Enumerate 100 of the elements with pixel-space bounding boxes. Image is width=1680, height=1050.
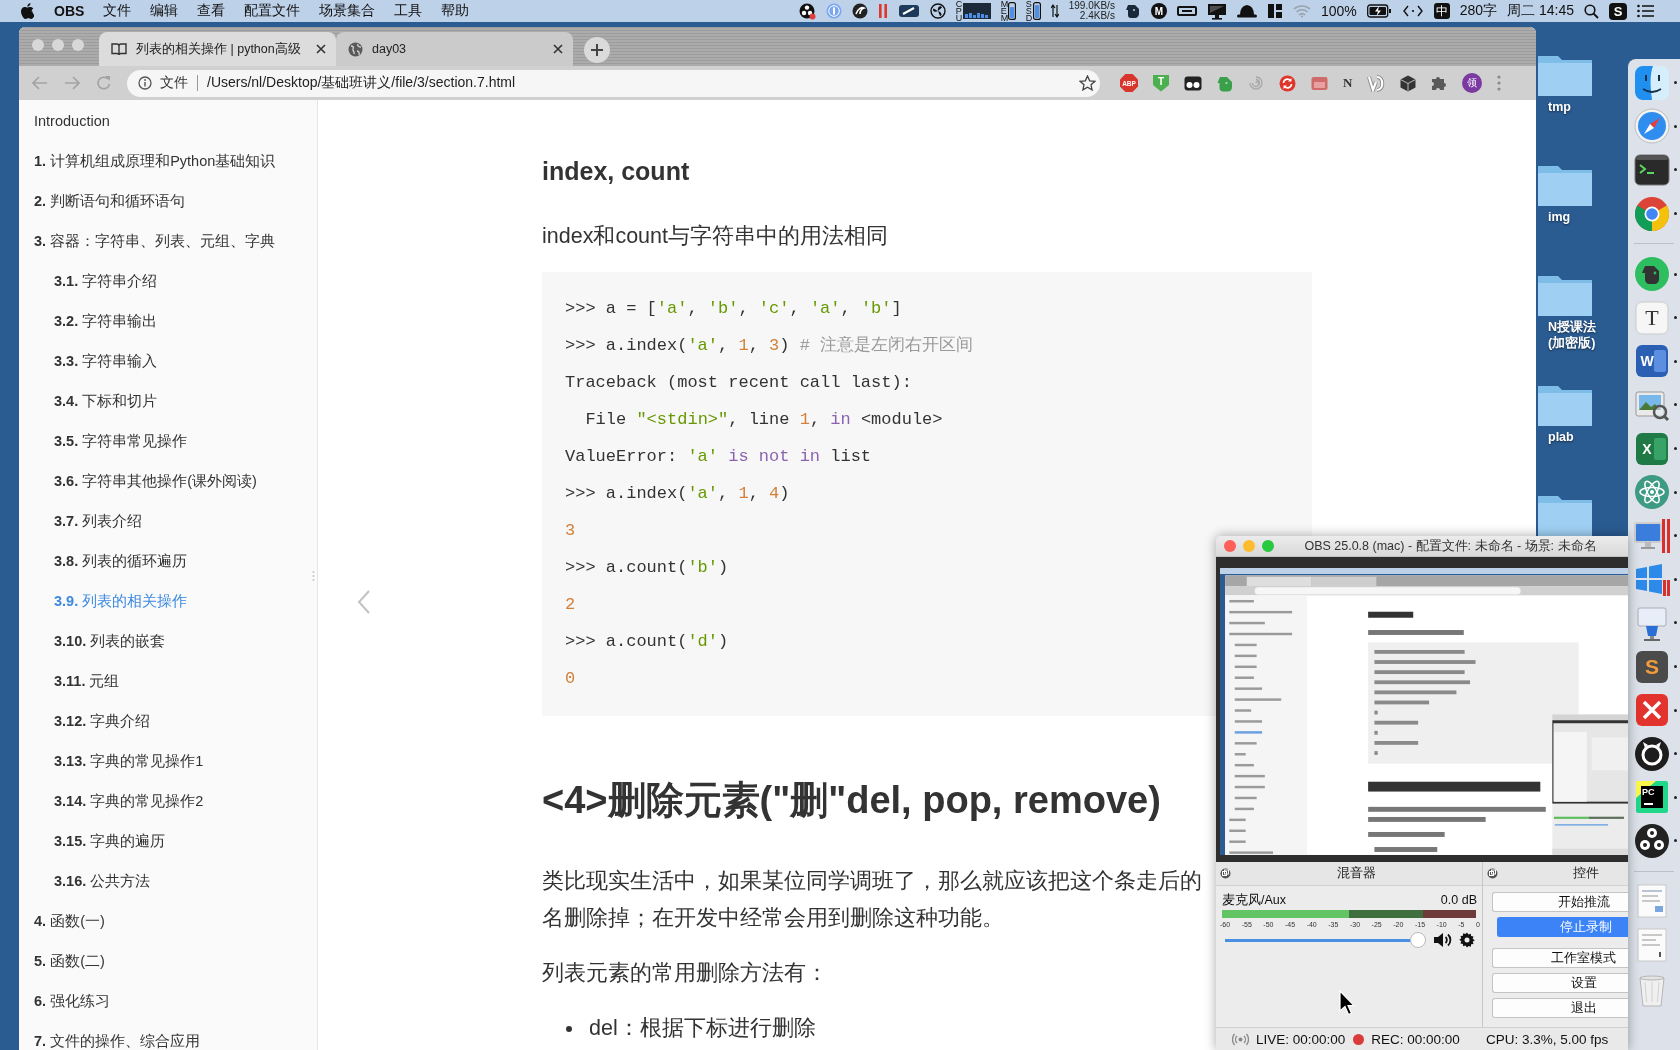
cpu-usage: CPU: 3.3%, 5.00 fps bbox=[1485, 1031, 1609, 1047]
file-label: 文件 bbox=[160, 74, 188, 92]
puzzle-icon[interactable] bbox=[1431, 75, 1448, 91]
new-tab-button[interactable] bbox=[584, 36, 610, 63]
close-icon[interactable] bbox=[553, 44, 563, 54]
menu-item[interactable]: 工具 bbox=[394, 2, 423, 20]
sidebar-item[interactable]: 1. 计算机组成原理和Python基础知识 bbox=[34, 141, 276, 181]
menu-item[interactable]: 文件 bbox=[103, 2, 132, 20]
compass-icon[interactable] bbox=[1633, 107, 1671, 146]
menu-item[interactable]: 场景集合 bbox=[319, 2, 376, 20]
folder-label: plab bbox=[1548, 429, 1575, 445]
round-logo-icon[interactable] bbox=[851, 3, 868, 19]
gauge-icon[interactable] bbox=[1007, 2, 1016, 20]
menu-item[interactable]: 编辑 bbox=[150, 2, 179, 20]
control-button[interactable]: 设置 bbox=[1492, 973, 1628, 993]
pen-icon[interactable] bbox=[897, 3, 920, 19]
stroke-logo-icon[interactable] bbox=[1367, 74, 1386, 92]
slider-thumb[interactable] bbox=[1410, 932, 1426, 948]
letter-tile-icon[interactable]: T bbox=[1633, 298, 1671, 337]
hat-icon[interactable] bbox=[1236, 3, 1257, 19]
sidebar-item[interactable]: 3. 容器：字符串、列表、元组、字典 bbox=[34, 221, 276, 261]
sidebar-item[interactable]: 3.2. 字符串输出 bbox=[54, 301, 158, 341]
fan-icon[interactable] bbox=[929, 3, 946, 19]
angle-brackets-icon[interactable] bbox=[1401, 3, 1424, 19]
circle-logo-icon[interactable] bbox=[798, 2, 816, 20]
record-dot-icon bbox=[1353, 1033, 1365, 1045]
cpu-graph-icon[interactable] bbox=[962, 3, 991, 19]
star-icon[interactable] bbox=[1079, 75, 1096, 91]
circle-bar-icon[interactable] bbox=[825, 3, 842, 19]
close-icon[interactable] bbox=[316, 44, 326, 54]
letter-circle-icon[interactable]: M bbox=[1150, 3, 1167, 19]
drag-handle-icon[interactable] bbox=[312, 570, 315, 582]
profile-avatar[interactable]: 领 bbox=[1462, 73, 1483, 93]
letter-logo[interactable]: N bbox=[1343, 75, 1353, 91]
control-button[interactable]: 工作室模式 bbox=[1492, 948, 1628, 968]
monitor-icon[interactable] bbox=[1206, 2, 1227, 20]
paragraph: 列表元素的常用删除方法有： bbox=[542, 960, 828, 987]
control-button[interactable]: 开始推流 bbox=[1492, 892, 1628, 912]
letter-tile-icon[interactable]: S bbox=[1609, 2, 1627, 20]
face-icon[interactable] bbox=[1633, 63, 1671, 102]
sidebar-item[interactable]: 3.15. 字典的遍历 bbox=[54, 821, 166, 861]
book-icon bbox=[111, 42, 127, 56]
sidebar-item[interactable]: 3.14. 字典的常见操作2 bbox=[54, 781, 204, 821]
sidebar-item[interactable]: 3.5. 字符串常见操作 bbox=[54, 421, 188, 461]
control-button[interactable]: 停止录制 bbox=[1497, 917, 1628, 937]
clock[interactable]: 周二 14:45 bbox=[1507, 2, 1574, 20]
sidebar-item[interactable]: 3.3. 字符串输入 bbox=[54, 341, 158, 381]
close-button[interactable] bbox=[1224, 540, 1236, 552]
sidebar-item[interactable]: 3.6. 字符串其他操作(课外阅读) bbox=[54, 461, 257, 501]
sidebar-item[interactable]: 3.9. 列表的相关操作 bbox=[54, 581, 188, 621]
browser-tab[interactable]: day03 bbox=[336, 32, 573, 66]
bullet-icon bbox=[566, 1025, 572, 1032]
list-icon[interactable] bbox=[1637, 4, 1654, 18]
sidebar-item[interactable]: 3.13. 字典的常见操作1 bbox=[54, 741, 204, 781]
speaker-icon[interactable] bbox=[1433, 932, 1452, 948]
browser-tab[interactable]: 列表的相关操作 | python高级 bbox=[99, 32, 336, 66]
sidebar-item[interactable]: 3.1. 字符串介绍 bbox=[54, 261, 158, 301]
sidebar-item[interactable]: 3.11. 元组 bbox=[54, 661, 120, 701]
address-field[interactable]: 文件 /Users/nl/Desktop/基础班讲义/file/3/section.7.html bbox=[127, 69, 1100, 97]
gauge-icon[interactable] bbox=[1032, 2, 1041, 20]
head-logo-icon[interactable] bbox=[1633, 255, 1671, 294]
bracket-box-icon[interactable] bbox=[1176, 3, 1197, 19]
battery-icon[interactable] bbox=[1366, 4, 1392, 18]
input-method-indicator[interactable]: 中 bbox=[1433, 3, 1450, 19]
undock-icon[interactable] bbox=[1220, 868, 1231, 879]
terminal-icon[interactable] bbox=[1633, 151, 1671, 189]
code-line: 2 bbox=[565, 593, 576, 616]
sidebar-item[interactable]: 3.4. 下标和切片 bbox=[54, 381, 158, 421]
three-circles-icon[interactable] bbox=[1633, 821, 1671, 860]
sidebar-item[interactable]: 3.16. 公共方法 bbox=[54, 861, 151, 901]
layout-grid-icon[interactable] bbox=[1266, 3, 1283, 19]
apple-icon[interactable] bbox=[20, 3, 34, 19]
menu-item[interactable]: 配置文件 bbox=[244, 2, 301, 20]
sidebar-item[interactable]: 4. 函数(一) bbox=[34, 901, 105, 941]
control-button[interactable]: 退出 bbox=[1492, 998, 1628, 1018]
cube-icon[interactable] bbox=[1400, 74, 1417, 92]
sidebar-item[interactable]: 3.7. 列表介绍 bbox=[54, 501, 143, 541]
glasses-icon[interactable] bbox=[1184, 75, 1202, 91]
search-icon[interactable] bbox=[1584, 3, 1599, 19]
atom-icon[interactable] bbox=[1633, 473, 1671, 512]
head-logo-icon[interactable] bbox=[1124, 3, 1141, 19]
app-menu[interactable]: OBS bbox=[54, 3, 85, 19]
sidebar-item[interactable]: 3.10. 列表的嵌套 bbox=[54, 621, 166, 661]
menu-item[interactable]: 帮助 bbox=[441, 2, 470, 20]
refresh-circle-icon[interactable] bbox=[1279, 74, 1296, 92]
sidebar-item[interactable]: 3.12. 字典介绍 bbox=[54, 701, 151, 741]
code-line: 0 bbox=[565, 667, 576, 690]
segmented-circle-icon[interactable] bbox=[1633, 194, 1671, 233]
pause-icon[interactable] bbox=[877, 3, 888, 19]
sidebar-item[interactable]: 2. 判断语句和循环语句 bbox=[34, 181, 186, 221]
info-icon[interactable] bbox=[138, 76, 152, 90]
undock-icon[interactable] bbox=[1487, 868, 1498, 879]
sidebar-item[interactable]: Introduction bbox=[34, 101, 110, 141]
gear-icon[interactable] bbox=[1459, 932, 1475, 948]
horned-ring-icon[interactable] bbox=[1633, 734, 1671, 773]
sidebar-item[interactable]: 6. 强化练习 bbox=[34, 981, 111, 1021]
sidebar-item[interactable]: 3.8. 列表的循环遍历 bbox=[54, 541, 188, 581]
sidebar-item[interactable]: 5. 函数(二) bbox=[34, 941, 105, 981]
sidebar-item[interactable]: 7. 文件的操作、综合应用 bbox=[34, 1021, 201, 1050]
menu-item[interactable]: 查看 bbox=[197, 2, 226, 20]
